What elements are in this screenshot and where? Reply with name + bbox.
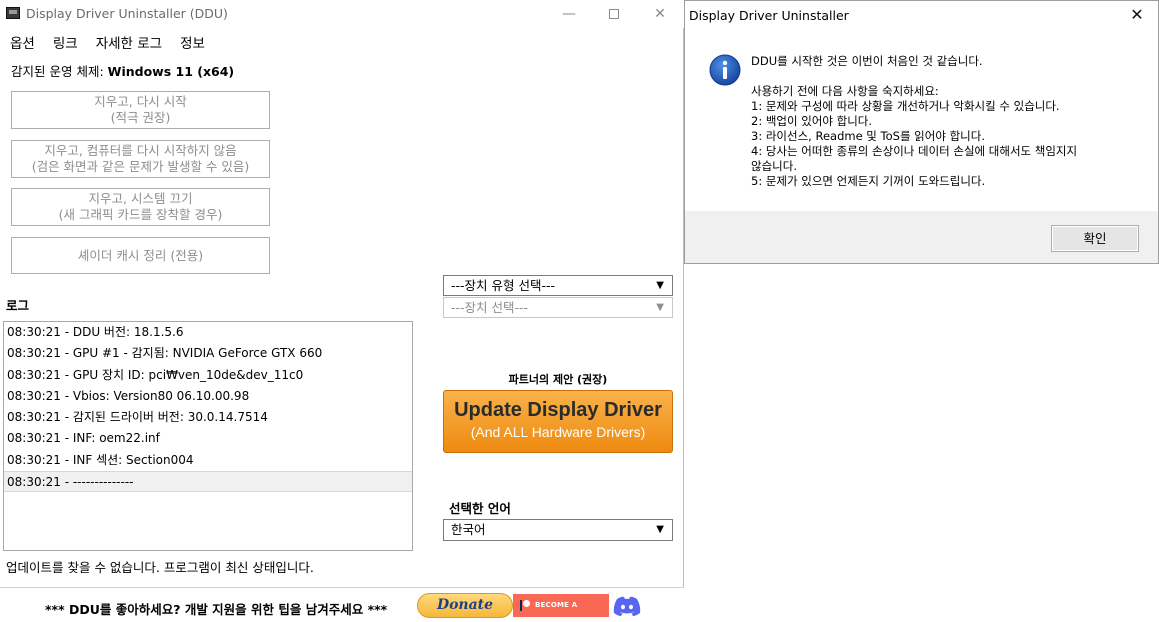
close-icon: ✕ [1130,5,1144,24]
device-type-select[interactable]: ---장치 유형 선택--- ▼ [443,275,673,296]
dialog-close-button[interactable]: ✕ [1122,4,1152,26]
update-main-label: Update Display Driver [454,399,662,421]
dialog-line: 사용하기 전에 다음 사항을 숙지하세요: [751,84,939,98]
update-display-driver-button[interactable]: Update Display Driver (And ALL Hardware … [443,390,673,453]
minimize-icon: — [562,6,576,22]
device-type-value: ---장치 유형 선택--- [451,278,556,293]
log-entry[interactable]: 08:30:21 - 감지된 드라이버 버전: 30.0.14.7514 [4,407,412,428]
dialog-line: 5: 문제가 있으면 언제든지 기꺼이 도와드립니다. [751,174,986,188]
info-icon [709,54,741,86]
dialog-line: 4: 당사는 어떠한 종류의 손상이나 데이터 손실에 대해서도 책임지지 [751,144,1078,158]
window-title: Display Driver Uninstaller (DDU) [26,6,228,21]
dialog-line: DDU를 시작한 것은 이번이 처음인 것 같습니다. [751,54,983,68]
log-entry-selected[interactable]: 08:30:21 - -------------- [4,471,412,493]
maximize-button[interactable] [591,3,637,25]
support-bar: *** DDU를 좋아하세요? 개발 지원을 위한 팁을 남겨주세요 *** D… [0,587,684,622]
log-entry[interactable]: 08:30:21 - GPU #1 - 감지됨: NVIDIA GeForce … [4,343,412,364]
language-value: 한국어 [451,522,486,537]
partner-offer-label: 파트너의 제안 (권장) [508,373,608,386]
tip-text: *** DDU를 좋아하세요? 개발 지원을 위한 팁을 남겨주세요 *** [45,602,388,617]
clean-no-restart-button[interactable]: 지우고, 컴퓨터를 다시 시작하지 않음 (검은 화면과 같은 문제가 발생할 … [11,140,270,178]
menu-info[interactable]: 정보 [170,30,213,52]
title-bar: Display Driver Uninstaller (DDU) — ✕ [0,0,684,28]
clean-and-restart-button[interactable]: 지우고, 다시 시작 (적극 권장) [11,91,270,129]
button-sublabel: (적극 권장) [110,110,171,125]
button-label: 셰이더 캐시 정리 (전용) [77,247,204,263]
button-label: 지우고, 컴퓨터를 다시 시작하지 않음 [44,143,237,158]
dialog-line: 2: 백업이 있어야 합니다. [751,114,873,128]
log-label: 로그 [6,298,30,313]
dropdown-arrow-icon: ▼ [656,524,664,535]
language-select[interactable]: 한국어 ▼ [443,519,673,541]
detected-os: 감지된 운영 체제: Windows 11 (x64) [11,61,234,80]
dropdown-arrow-icon: ▼ [656,280,664,291]
menu-options[interactable]: 옵션 [0,30,43,52]
log-entry[interactable]: 08:30:21 - Vbios: Version80 06.10.00.98 [4,386,412,407]
maximize-icon [609,9,619,19]
menu-bar: 옵션 링크 자세한 로그 정보 [0,30,213,52]
ok-button[interactable]: 확인 [1051,225,1139,252]
update-sub-label: (And ALL Hardware Drivers) [470,424,646,440]
button-label: 지우고, 다시 시작 [94,94,187,109]
close-button[interactable]: ✕ [637,3,683,25]
clean-and-shutdown-button[interactable]: 지우고, 시스템 끄기 (새 그래픽 카드를 장착할 경우) [11,188,270,226]
button-label: 지우고, 시스템 끄기 [88,191,193,206]
log-entry[interactable]: 08:30:21 - DDU 버전: 18.1.5.6 [4,322,412,343]
button-sublabel: (새 그래픽 카드를 장착할 경우) [58,207,223,222]
language-label: 선택한 언어 [449,501,511,516]
dialog-title: Display Driver Uninstaller [689,8,849,23]
log-entry[interactable]: 08:30:21 - INF 섹션: Section004 [4,450,412,471]
log-entry[interactable]: 08:30:21 - INF: oem22.inf [4,428,412,449]
donate-button[interactable]: Donate [417,593,513,618]
menu-detailed-log[interactable]: 자세한 로그 [86,30,170,52]
dialog-line: 1: 문제와 구성에 따라 상황을 개선하거나 악화시킬 수 있습니다. [751,99,1060,113]
ddu-main-window: Display Driver Uninstaller (DDU) — ✕ 옵션 … [0,0,684,622]
become-patron-button[interactable]: BECOME A PATRON [513,594,609,617]
status-text: 업데이트를 찾을 수 없습니다. 프로그램이 최신 상태입니다. [6,560,314,575]
device-select[interactable]: ---장치 선택--- ▼ [443,297,673,318]
dialog-footer: 확인 [685,211,1158,263]
patron-label: BECOME A PATRON [535,601,578,609]
first-run-dialog: Display Driver Uninstaller ✕ DDU를 시작한 것은… [684,0,1159,264]
dropdown-arrow-icon: ▼ [656,302,664,313]
patreon-icon [520,600,530,611]
discord-icon[interactable] [613,596,641,616]
dialog-title-bar: Display Driver Uninstaller ✕ [685,1,1158,29]
app-icon [6,7,20,19]
dialog-message: DDU를 시작한 것은 이번이 처음인 것 같습니다. 사용하기 전에 다음 사… [751,54,1077,189]
menu-links[interactable]: 링크 [43,30,86,52]
os-value: Windows 11 (x64) [107,64,235,79]
dialog-body: DDU를 시작한 것은 이번이 처음인 것 같습니다. 사용하기 전에 다음 사… [685,29,1158,211]
close-icon: ✕ [654,6,666,22]
dialog-line: 3: 라이선스, Readme 및 ToS를 읽어야 합니다. [751,129,985,143]
dialog-line: 않습니다. [751,159,797,173]
minimize-button[interactable]: — [546,3,592,25]
os-label: 감지된 운영 체제: [11,64,104,79]
button-sublabel: (검은 화면과 같은 문제가 발생할 수 있음) [31,159,250,174]
log-entry[interactable]: 08:30:21 - GPU 장치 ID: pci₩ven_10de&dev_1… [4,365,412,386]
log-list[interactable]: 08:30:21 - DDU 버전: 18.1.5.6 08:30:21 - G… [3,321,413,551]
device-value: ---장치 선택--- [451,300,529,315]
clean-shader-cache-button[interactable]: 셰이더 캐시 정리 (전용) [11,237,270,274]
desktop-background [684,264,1159,622]
